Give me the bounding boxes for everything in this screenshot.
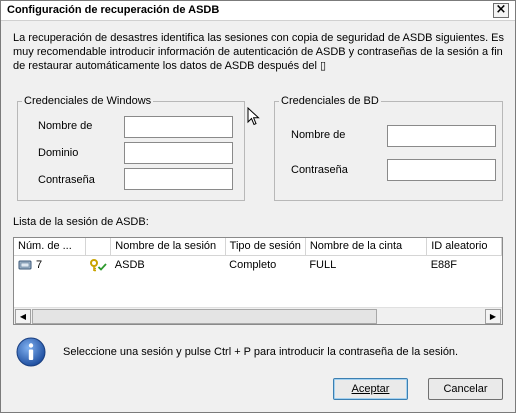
db-password-label: Contraseña: [291, 164, 348, 176]
random-id-cell: E88F: [430, 259, 457, 272]
accept-button-label: Aceptar: [351, 383, 390, 395]
column-header-number[interactable]: Núm. de ...: [14, 238, 87, 256]
column-header-session-name[interactable]: Nombre de la sesión: [110, 238, 226, 256]
session-list-label: Lista de la sesión de ASDB:: [13, 216, 149, 228]
windows-username-input[interactable]: [124, 116, 233, 138]
recovery-config-dialog: Configuración de recuperación de ASDB × …: [0, 0, 516, 413]
session-number: 7: [36, 259, 43, 272]
accept-button[interactable]: Aceptar: [333, 378, 408, 400]
cancel-button[interactable]: Cancelar: [428, 378, 503, 400]
scroll-left-icon: ◀: [19, 312, 27, 321]
session-number-cell: 7: [14, 255, 86, 275]
cancel-button-label: Cancelar: [443, 383, 488, 395]
key-check-icon: [89, 258, 107, 272]
db-password-input[interactable]: [387, 159, 496, 181]
scroll-thumb[interactable]: [32, 309, 377, 324]
db-credentials-group: Credenciales de BD: [274, 95, 503, 201]
horizontal-scrollbar[interactable]: ◀ ▶: [14, 307, 502, 324]
windows-password-label: Contraseña: [38, 174, 95, 186]
column-header-session-type[interactable]: Tipo de sesión: [225, 238, 306, 256]
title-bar: Configuración de recuperación de ASDB ×: [1, 1, 515, 21]
column-header-random-id[interactable]: ID aleatorio: [426, 238, 502, 256]
session-table-header: Núm. de ... Nombre de la sesión Tipo de …: [14, 238, 502, 256]
database-session-icon: [18, 260, 32, 270]
windows-password-input[interactable]: [124, 168, 233, 190]
close-button[interactable]: ×: [493, 3, 509, 18]
column-header-tape-name[interactable]: Nombre de la cinta: [305, 238, 428, 256]
session-list[interactable]: Núm. de ... Nombre de la sesión Tipo de …: [13, 237, 503, 325]
info-icon: [16, 337, 46, 367]
session-table: Núm. de ... Nombre de la sesión Tipo de …: [14, 238, 502, 275]
info-hint-text: Seleccione una sesión y pulse Ctrl + P p…: [63, 346, 459, 358]
table-row[interactable]: 7 ASDB Completo FULL E88F: [14, 255, 502, 275]
windows-username-label: Nombre de: [38, 120, 93, 132]
scroll-right-button[interactable]: ▶: [485, 309, 501, 324]
db-credentials-legend: Credenciales de BD: [281, 95, 379, 107]
dialog-title: Configuración de recuperación de ASDB: [7, 4, 220, 16]
windows-domain-input[interactable]: [124, 142, 233, 164]
session-name-cell: ASDB: [114, 259, 145, 272]
intro-text: La recuperación de desastres identifica …: [13, 32, 505, 72]
session-status-cell: [86, 255, 111, 275]
tape-name-cell: FULL: [309, 259, 337, 272]
mouse-cursor-icon: [247, 107, 260, 126]
db-username-input[interactable]: [387, 125, 496, 147]
close-icon: ×: [495, 2, 507, 17]
column-header-status[interactable]: [85, 238, 112, 256]
scroll-right-icon: ▶: [489, 312, 497, 321]
db-username-label: Nombre de: [291, 129, 346, 141]
session-type-cell: Completo: [229, 259, 277, 272]
scroll-left-button[interactable]: ◀: [15, 309, 31, 324]
windows-credentials-legend: Credenciales de Windows: [24, 95, 152, 107]
windows-domain-label: Dominio: [38, 147, 79, 159]
